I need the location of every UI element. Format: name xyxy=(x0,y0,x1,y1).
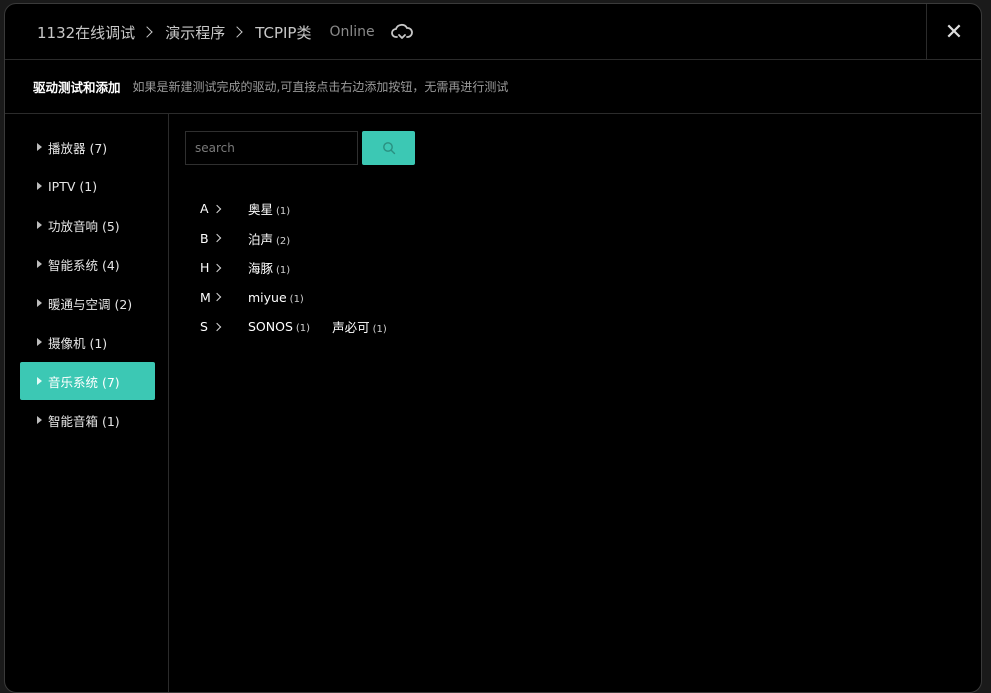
brand-item[interactable]: 海豚 (1) xyxy=(248,258,290,277)
brand-name: 奥星 xyxy=(248,202,274,218)
brand-count: (2) xyxy=(276,235,291,247)
online-status: Online xyxy=(329,24,375,40)
brand-item[interactable]: 声必可 (1) xyxy=(332,317,387,336)
sidebar-category[interactable]: 播放器 (7) xyxy=(20,128,155,166)
brand-name: miyue xyxy=(248,289,287,305)
sidebar-category-label: 音乐系统 (7) xyxy=(48,374,120,390)
brand-count: (1) xyxy=(289,293,304,305)
brand-count: (1) xyxy=(276,265,291,277)
description-bar: 驱动测试和添加 如果是新建测试完成的驱动,可直接点击右边添加按钮，无需再进行测试 xyxy=(5,60,981,114)
sidebar-category[interactable]: 功放音响 (5) xyxy=(20,206,155,244)
caret-right-icon xyxy=(37,338,42,346)
category-sidebar: 播放器 (7) IPTV (1) 功放音响 (5) 智能系统 (4) 暖通与空调 (2)… xyxy=(5,114,169,692)
brand-list: A 奥星 (1) B 泊声 (2) H 海豚 (1) Mmiyue (1) S SONOS (1) 声必可(… xyxy=(200,194,409,342)
brand-item[interactable]: miyue (1) xyxy=(248,290,304,305)
brand-item[interactable]: SONOS (1) xyxy=(248,319,310,334)
brand-letter: B xyxy=(200,230,209,246)
sidebar-category[interactable]: IPTV (1) xyxy=(20,167,155,205)
caret-right-icon xyxy=(37,299,42,307)
breadcrumb-item[interactable]: 1132在线调试 xyxy=(37,22,135,43)
section-title: 驱动测试和添加 xyxy=(33,80,121,95)
close-button[interactable]: ✕ xyxy=(926,4,981,60)
breadcrumb-item[interactable]: TCPIP类 xyxy=(255,22,311,43)
brand-group: B 泊声 (2) xyxy=(200,224,409,254)
breadcrumb-item[interactable]: 演示程序 xyxy=(165,22,225,43)
brand-count: (1) xyxy=(276,206,291,218)
brand-item[interactable]: 奥星 (1) xyxy=(248,199,290,218)
breadcrumb: 1132在线调试 演示程序 TCPIP类 Online xyxy=(37,4,413,60)
sidebar-category[interactable]: 摄像机 (1) xyxy=(20,323,155,361)
sidebar-category[interactable]: 音乐系统 (7) xyxy=(20,362,155,400)
brand-panel: A奥星(1)B泊声(2)H海豚(1)Mmiyue(1)SSONOS(1)声必可(… xyxy=(169,114,981,692)
brand-letter: M xyxy=(200,289,211,305)
brand-name: SONOS xyxy=(248,319,293,335)
caret-right-icon xyxy=(37,416,42,424)
driver-dialog: 1132在线调试 演示程序 TCPIP类 Online ✕ 驱动测试和添加 如果… xyxy=(4,3,982,693)
search-icon xyxy=(382,142,395,155)
sidebar-category-label: 智能系统 (4) xyxy=(48,257,120,273)
chevron-right-icon xyxy=(212,263,222,272)
search-button[interactable] xyxy=(362,131,415,165)
brand-group: A 奥星 (1) xyxy=(200,194,409,224)
caret-right-icon xyxy=(37,221,42,229)
caret-right-icon xyxy=(37,260,42,268)
close-icon: ✕ xyxy=(944,19,964,45)
brand-group: H 海豚 (1) xyxy=(200,253,409,283)
sidebar-category-label: 摄像机 (1) xyxy=(48,335,108,351)
search-input[interactable] xyxy=(185,131,358,165)
sidebar-category-label: 暖通与空调 (2) xyxy=(48,296,133,312)
section-description: 如果是新建测试完成的驱动,可直接点击右边添加按钮，无需再进行测试 xyxy=(132,80,509,94)
sidebar-category[interactable]: 智能系统 (4) xyxy=(20,245,155,283)
caret-right-icon xyxy=(37,377,42,385)
chevron-right-icon xyxy=(141,26,153,38)
search-bar xyxy=(185,131,415,165)
caret-right-icon xyxy=(37,182,42,190)
sidebar-category-label: 功放音响 (5) xyxy=(48,218,120,234)
sidebar-category[interactable]: 暖通与空调 (2) xyxy=(20,284,155,322)
chevron-right-icon xyxy=(212,204,222,213)
chevron-right-icon xyxy=(212,234,222,243)
sidebar-category[interactable]: 智能音箱 (1) xyxy=(20,401,155,439)
brand-group: Mmiyue (1) xyxy=(200,283,409,313)
sidebar-category-label: 播放器 (7) xyxy=(48,140,108,156)
chevron-right-icon xyxy=(212,322,222,331)
brand-name: 声必可 xyxy=(332,320,370,336)
sidebar-category-label: IPTV (1) xyxy=(48,178,98,194)
chevron-right-icon xyxy=(231,26,243,38)
brand-count: (1) xyxy=(372,324,387,336)
brand-name: 泊声 xyxy=(248,231,274,247)
brand-count: (1) xyxy=(295,323,311,335)
chevron-right-icon xyxy=(212,293,222,302)
brand-name: 海豚 xyxy=(248,261,274,277)
brand-group: S SONOS (1) 声必可 (1) xyxy=(200,312,409,342)
dialog-header: 1132在线调试 演示程序 TCPIP类 Online ✕ xyxy=(5,4,981,60)
sidebar-category-label: 智能音箱 (1) xyxy=(48,413,120,429)
cloud-refresh-icon[interactable] xyxy=(390,23,413,41)
brand-item[interactable]: 泊声 (2) xyxy=(248,229,290,248)
caret-right-icon xyxy=(37,143,42,151)
